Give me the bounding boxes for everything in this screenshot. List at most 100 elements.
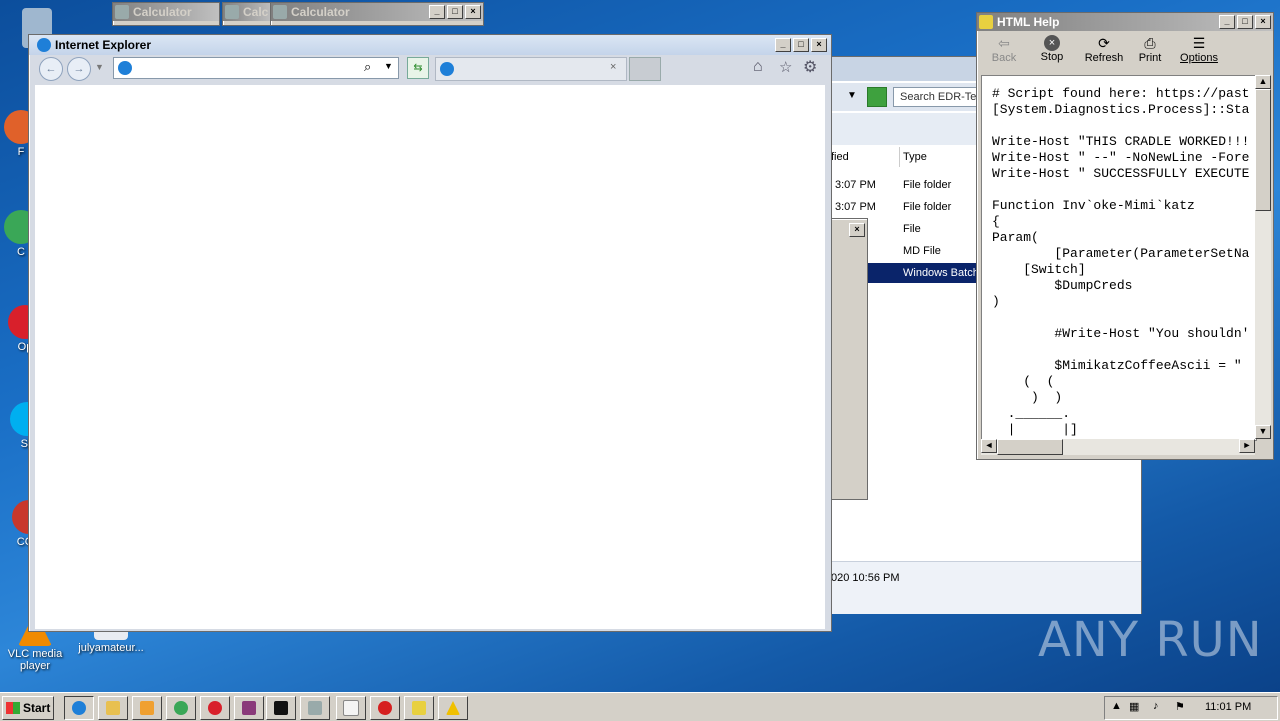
ie-page-icon <box>118 61 132 75</box>
row-type: File folder <box>903 201 952 213</box>
close-button[interactable]: × <box>811 38 827 52</box>
code-line: Write-Host "THIS CRADLE WORKED!!! <box>992 134 1250 149</box>
help-content[interactable]: # Script found here: https://past [System… <box>981 75 1257 441</box>
back-button[interactable]: ← <box>39 57 63 81</box>
taskbar-error[interactable] <box>370 696 400 720</box>
code-line: | |] <box>992 422 1078 437</box>
code-line: ) ) <box>992 390 1063 405</box>
taskbar-ie[interactable] <box>64 696 94 720</box>
home-icon[interactable]: ⌂ <box>753 58 763 76</box>
maximize-button[interactable]: □ <box>447 5 463 19</box>
minimize-button[interactable]: _ <box>775 38 791 52</box>
stop-button[interactable]: × Stop <box>1031 35 1073 63</box>
minimize-button[interactable]: _ <box>429 5 445 19</box>
column-header-modified[interactable]: fied <box>829 147 900 167</box>
scroll-right-button[interactable]: ► <box>1239 439 1255 453</box>
back-button[interactable]: ⇦ Back <box>983 35 1025 64</box>
row-type: File folder <box>903 179 952 191</box>
code-line: ( ( <box>992 374 1055 389</box>
toolbar-label: Stop <box>1040 51 1064 63</box>
error-icon <box>378 701 392 715</box>
window-title: Internet Explorer <box>55 38 152 52</box>
favorites-star-icon[interactable]: ☆ <box>779 58 792 76</box>
calculator-titlebar[interactable]: Calculator <box>113 3 219 21</box>
ie-navbar: ← → ▼ ⌕ ▼ ⇆ × ⌂ ☆ ⚙ <box>29 55 831 83</box>
taskbar-explorer[interactable] <box>98 696 128 720</box>
chevron-down-icon[interactable]: ▼ <box>847 90 857 101</box>
print-icon: ⎙ <box>1144 35 1156 51</box>
taskbar-media[interactable] <box>132 696 162 720</box>
document-icon <box>343 700 359 716</box>
tab-active[interactable]: × <box>435 57 627 81</box>
ie-content-area[interactable] <box>35 85 825 629</box>
html-help-window[interactable]: HTML Help _ □ × ⇦ Back × Stop ⟳ Refresh … <box>976 12 1274 460</box>
taskbar-winrar[interactable] <box>234 696 264 720</box>
ie-titlebar[interactable]: Internet Explorer _ □ × <box>29 35 831 55</box>
vertical-scrollbar[interactable]: ▲ ▼ <box>1255 75 1271 439</box>
start-button[interactable]: Start <box>2 696 54 720</box>
start-label: Start <box>23 701 51 715</box>
taskbar-chrome[interactable] <box>166 696 196 720</box>
refresh-icon[interactable]: ⇆ <box>407 57 429 79</box>
taskbar-help[interactable] <box>404 696 434 720</box>
taskbar-warning[interactable] <box>438 696 468 720</box>
desktop-icon-label: VLC media player <box>7 648 63 672</box>
calculator-window-1[interactable]: Calculator <box>112 2 220 26</box>
help-titlebar[interactable]: HTML Help _ □ × <box>977 13 1273 31</box>
clock[interactable]: 11:01 PM <box>1205 701 1251 713</box>
volume-icon[interactable]: ♪ <box>1153 700 1159 712</box>
chevron-down-icon[interactable]: ▼ <box>384 61 393 71</box>
close-icon[interactable]: × <box>610 61 616 73</box>
row-time: 3:07 PM <box>835 179 876 191</box>
scroll-down-button[interactable]: ▼ <box>1255 425 1271 439</box>
scroll-thumb[interactable] <box>1255 89 1271 211</box>
code-line: Write-Host " SUCCESSFULLY EXECUTE <box>992 166 1250 181</box>
taskbar-cmd[interactable] <box>266 696 296 720</box>
media-player-icon <box>140 701 154 715</box>
toolbar-label: Back <box>991 52 1017 64</box>
forward-button[interactable]: → <box>67 57 91 81</box>
code-line: ) <box>992 294 1000 309</box>
desktop-icon-label: F <box>17 146 25 158</box>
taskbar-opera[interactable] <box>200 696 230 720</box>
code-line: [System.Diagnostics.Process]::Sta <box>992 102 1250 117</box>
flag-icon[interactable]: ⚑ <box>1175 700 1185 713</box>
code-line: [Parameter(ParameterSetNa <box>992 246 1250 261</box>
scroll-up-button[interactable]: ▲ <box>1255 75 1271 89</box>
refresh-button[interactable]: ⟳ Refresh <box>1081 35 1127 64</box>
maximize-button[interactable]: □ <box>793 38 809 52</box>
stop-icon: × <box>1044 35 1060 51</box>
new-tab-button[interactable] <box>629 57 661 81</box>
toolbar-label: Options <box>1180 52 1218 64</box>
maximize-button[interactable]: □ <box>1237 15 1253 29</box>
gear-icon[interactable]: ⚙ <box>803 57 817 77</box>
close-button[interactable]: × <box>465 5 481 19</box>
help-icon <box>979 15 993 29</box>
tray-expand-icon[interactable]: ▲ <box>1111 700 1122 712</box>
network-icon[interactable]: ▦ <box>1129 700 1139 713</box>
minimize-button[interactable]: _ <box>1219 15 1235 29</box>
windows-logo-icon <box>6 702 20 714</box>
ie-window[interactable]: Internet Explorer _ □ × ← → ▼ ⌕ ▼ ⇆ × ⌂ … <box>28 34 832 632</box>
calculator-window-3[interactable]: Calculator _ □ × <box>270 2 484 26</box>
address-bar[interactable]: ⌕ ▼ <box>113 57 399 79</box>
taskbar-notepad[interactable] <box>336 696 366 720</box>
taskbar-calculator[interactable] <box>300 696 330 720</box>
warning-icon <box>446 701 460 715</box>
close-button[interactable]: × <box>1255 15 1271 29</box>
print-button[interactable]: ⎙ Print <box>1129 35 1171 64</box>
calculator-icon <box>273 5 287 19</box>
calculator-window-2[interactable]: Calc <box>222 2 274 26</box>
horizontal-scrollbar[interactable]: ◄ ► <box>981 439 1255 455</box>
scroll-thumb[interactable] <box>997 439 1063 455</box>
calculator-titlebar[interactable]: Calc <box>223 3 273 21</box>
chevron-down-icon[interactable]: ▼ <box>95 62 104 72</box>
search-icon[interactable]: ⌕ <box>364 59 371 75</box>
options-button[interactable]: ☰ Options <box>1175 35 1223 64</box>
calculator-icon <box>308 701 322 715</box>
calculator-titlebar[interactable]: Calculator _ □ × <box>271 3 483 21</box>
scroll-left-button[interactable]: ◄ <box>981 439 997 453</box>
refresh-icon[interactable] <box>867 87 887 107</box>
close-button[interactable]: × <box>849 223 865 237</box>
